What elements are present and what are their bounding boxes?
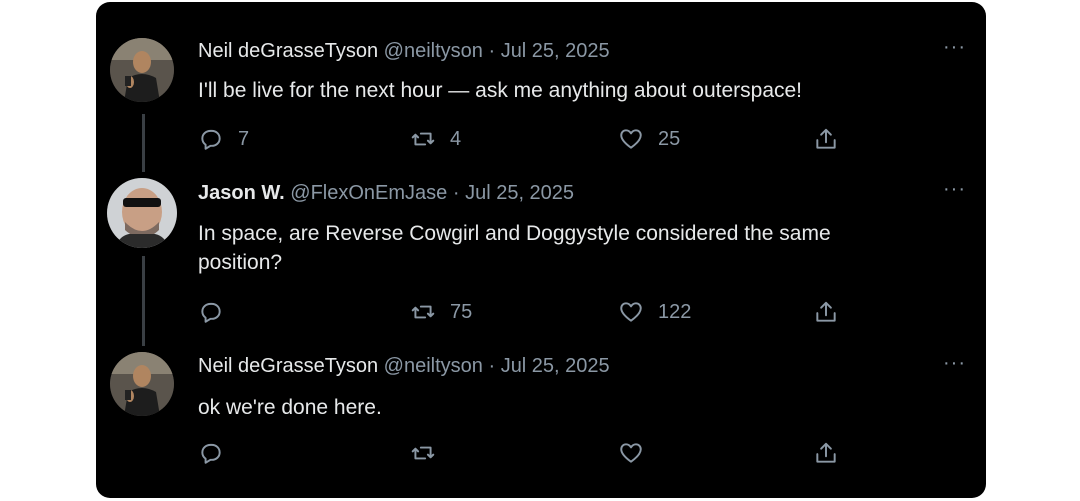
reply-count: 7 <box>238 127 250 150</box>
tweet-header: Jason W. @FlexOnEmJase · Jul 25, 2025 <box>198 182 574 205</box>
reply-icon <box>201 443 221 464</box>
avatar[interactable] <box>110 38 174 102</box>
separator: · <box>452 182 460 204</box>
tweet-date[interactable]: Jul 25, 2025 <box>501 40 610 62</box>
tweet-text: I'll be live for the next hour — ask me … <box>198 79 803 102</box>
heart-icon <box>620 443 642 463</box>
more-options-icon[interactable]: ··· <box>943 352 966 375</box>
share-icon <box>816 128 836 149</box>
tweet-actions: 75 122 <box>198 299 858 325</box>
avatar-image <box>110 352 174 416</box>
retweet-button[interactable]: 75 <box>410 299 472 325</box>
author-handle[interactable]: @neiltyson <box>384 355 483 377</box>
separator: · <box>488 40 496 62</box>
retweet-icon <box>411 446 435 460</box>
separator: · <box>488 355 496 377</box>
author-handle[interactable]: @neiltyson <box>384 40 483 62</box>
like-count: 25 <box>658 127 681 150</box>
tweet-header: Neil deGrasseTyson @neiltyson · Jul 25, … <box>198 355 610 378</box>
heart-icon <box>620 302 642 322</box>
reply-icon <box>201 302 221 323</box>
like-button[interactable]: 25 <box>618 126 680 152</box>
reply-button[interactable] <box>198 299 238 325</box>
reply-button[interactable] <box>198 440 238 466</box>
tweet-header: Neil deGrasseTyson @neiltyson · Jul 25, … <box>198 40 610 63</box>
tweet-actions: 7 4 25 <box>198 126 858 152</box>
avatar[interactable] <box>110 352 174 416</box>
share-button[interactable] <box>813 440 853 466</box>
share-icon <box>816 442 836 463</box>
author-name[interactable]: Neil deGrasseTyson <box>198 355 378 377</box>
thread-connector-line <box>142 114 145 172</box>
tweet-date[interactable]: Jul 25, 2025 <box>501 355 610 377</box>
tweet-thread: Neil deGrasseTyson @neiltyson · Jul 25, … <box>96 2 986 498</box>
author-name[interactable]: Neil deGrasseTyson <box>198 40 378 62</box>
reply-icon <box>201 129 221 150</box>
retweet-button[interactable]: 4 <box>410 126 461 152</box>
thread-connector-line <box>142 256 145 346</box>
avatar-image <box>110 38 174 102</box>
tweet-text: In space, are Reverse Cowgirl and Doggys… <box>198 222 831 274</box>
retweet-count: 4 <box>450 127 462 150</box>
retweet-button[interactable] <box>410 440 450 466</box>
tweet-date[interactable]: Jul 25, 2025 <box>465 182 574 204</box>
reply-button[interactable]: 7 <box>198 126 249 152</box>
more-options-icon[interactable]: ··· <box>943 36 966 59</box>
like-button[interactable] <box>618 440 658 466</box>
author-name[interactable]: Jason W. <box>198 182 285 204</box>
share-button[interactable] <box>813 126 853 152</box>
more-options-icon[interactable]: ··· <box>943 178 966 201</box>
heart-icon <box>620 129 642 149</box>
retweet-count: 75 <box>450 300 473 323</box>
author-handle[interactable]: @FlexOnEmJase <box>290 182 447 204</box>
like-button[interactable]: 122 <box>618 299 691 325</box>
share-button[interactable] <box>813 299 853 325</box>
tweet-actions <box>198 440 858 466</box>
like-count: 122 <box>658 300 692 323</box>
share-icon <box>816 301 836 322</box>
avatar[interactable] <box>107 178 177 248</box>
tweet-text: ok we're done here. <box>198 396 382 419</box>
retweet-icon <box>411 132 435 146</box>
avatar-image <box>107 178 177 248</box>
retweet-icon <box>411 305 435 319</box>
